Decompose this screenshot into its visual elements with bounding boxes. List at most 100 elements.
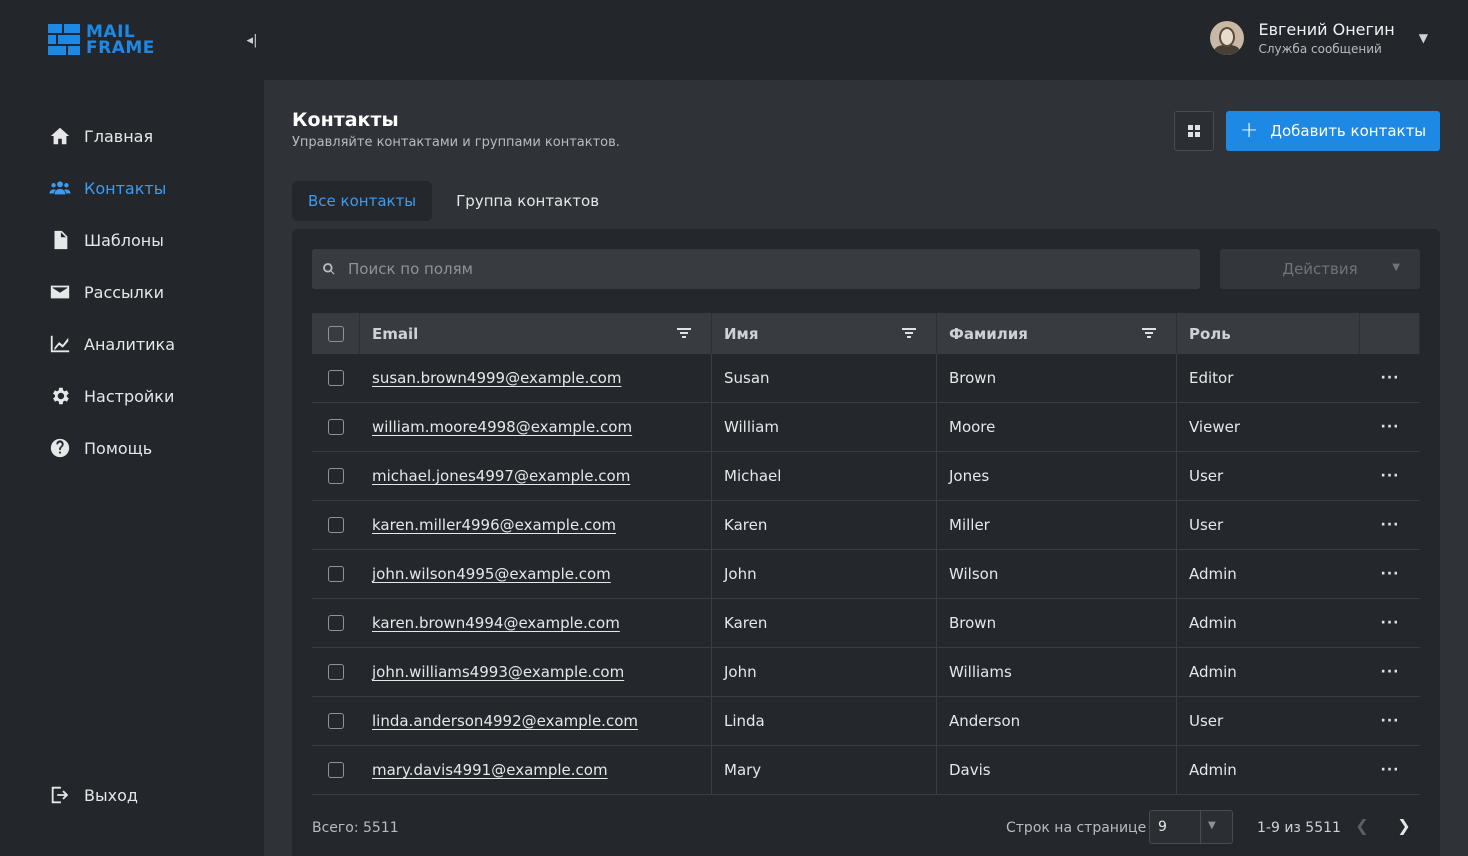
email-cell: linda.anderson4992@example.com bbox=[360, 697, 712, 745]
more-options-icon[interactable]: ··· bbox=[1381, 468, 1400, 484]
sidebar-item-label: Контакты bbox=[84, 178, 167, 198]
row-checkbox[interactable] bbox=[328, 468, 344, 484]
chevron-down-icon: ▼ bbox=[1392, 262, 1400, 273]
table-row[interactable]: linda.anderson4992@example.com Linda Ander… bbox=[312, 697, 1420, 746]
sidebar-item-templates[interactable]: Шаблоны bbox=[0, 214, 264, 266]
sidebar-item-home[interactable]: Главная bbox=[0, 110, 264, 162]
column-header-email[interactable]: Email bbox=[360, 313, 712, 354]
email-cell: william.moore4998@example.com bbox=[360, 403, 712, 451]
email-cell: john.williams4993@example.com bbox=[360, 648, 712, 696]
first-name-cell: Linda bbox=[712, 697, 937, 745]
table-row[interactable]: karen.miller4996@example.com Karen Miller U… bbox=[312, 501, 1420, 550]
role-cell: Viewer bbox=[1189, 418, 1240, 436]
email-link[interactable]: karen.brown4994@example.com bbox=[372, 614, 620, 632]
row-checkbox[interactable] bbox=[328, 419, 344, 435]
email-link[interactable]: john.wilson4995@example.com bbox=[372, 565, 611, 583]
actions-dropdown[interactable]: Действия ▼ bbox=[1220, 249, 1420, 289]
more-options-icon[interactable]: ··· bbox=[1381, 615, 1400, 631]
row-checkbox[interactable] bbox=[328, 370, 344, 386]
row-checkbox[interactable] bbox=[328, 762, 344, 778]
row-menu-cell: ··· bbox=[1360, 599, 1420, 647]
role-cell: Admin bbox=[1189, 565, 1237, 583]
column-header-name[interactable]: Имя bbox=[712, 313, 937, 354]
table-row[interactable]: john.williams4993@example.com John William… bbox=[312, 648, 1420, 697]
logo-text: MAIL FRAME bbox=[86, 24, 155, 57]
row-checkbox[interactable] bbox=[328, 664, 344, 680]
next-page-icon[interactable]: ❯ bbox=[1394, 815, 1414, 835]
more-options-icon[interactable]: ··· bbox=[1381, 713, 1400, 729]
more-options-icon[interactable]: ··· bbox=[1381, 517, 1400, 533]
sidebar-item-analytics[interactable]: Аналитика bbox=[0, 318, 264, 370]
email-link[interactable]: michael.jones4997@example.com bbox=[372, 467, 630, 485]
first-name-cell: Michael bbox=[712, 452, 937, 500]
role-cell: Editor bbox=[1189, 369, 1234, 387]
total-count: Всего: 5511 bbox=[312, 820, 399, 836]
more-options-icon[interactable]: ··· bbox=[1381, 664, 1400, 680]
row-checkbox[interactable] bbox=[328, 566, 344, 582]
search-icon bbox=[323, 263, 335, 275]
search-input[interactable] bbox=[348, 260, 1168, 278]
collapse-sidebar-icon[interactable]: ◂| bbox=[244, 30, 260, 50]
sidebar: MAIL FRAME Главная Контакты Шаблоны Расс… bbox=[0, 0, 264, 856]
row-select-cell bbox=[312, 501, 360, 549]
email-link[interactable]: linda.anderson4992@example.com bbox=[372, 712, 638, 730]
sidebar-item-help[interactable]: Помощь bbox=[0, 422, 264, 474]
row-checkbox[interactable] bbox=[328, 615, 344, 631]
email-cell: karen.miller4996@example.com bbox=[360, 501, 712, 549]
table-row[interactable]: karen.brown4994@example.com Karen Brown Adm… bbox=[312, 599, 1420, 648]
previous-page-icon[interactable]: ❮ bbox=[1352, 815, 1372, 835]
add-contacts-button[interactable]: + Добавить контакты bbox=[1226, 111, 1440, 151]
logo[interactable]: MAIL FRAME bbox=[48, 24, 155, 57]
logout-button[interactable]: Выход bbox=[0, 769, 264, 821]
filter-icon[interactable] bbox=[1142, 326, 1156, 340]
email-link[interactable]: karen.miller4996@example.com bbox=[372, 516, 616, 534]
select-all-cell bbox=[312, 313, 360, 354]
more-options-icon[interactable]: ··· bbox=[1381, 370, 1400, 386]
sidebar-item-contacts[interactable]: Контакты bbox=[0, 162, 264, 214]
sidebar-item-mailings[interactable]: Рассылки bbox=[0, 266, 264, 318]
email-link[interactable]: john.williams4993@example.com bbox=[372, 663, 624, 681]
search-box[interactable] bbox=[312, 249, 1200, 289]
sidebar-item-label: Аналитика bbox=[84, 334, 176, 354]
user-menu[interactable]: Евгений Онегин Служба сообщений ▼ bbox=[1210, 20, 1428, 56]
column-header-role[interactable]: Роль bbox=[1177, 313, 1360, 354]
more-options-icon[interactable]: ··· bbox=[1381, 419, 1400, 435]
filter-icon[interactable] bbox=[902, 326, 916, 340]
sidebar-item-label: Настройки bbox=[84, 386, 175, 406]
sidebar-item-settings[interactable]: Настройки bbox=[0, 370, 264, 422]
column-header-label: Email bbox=[372, 324, 419, 343]
grid-view-button[interactable] bbox=[1174, 111, 1214, 151]
rows-per-page-select[interactable]: 9 ▼ bbox=[1149, 810, 1233, 844]
tab-all-contacts[interactable]: Все контакты bbox=[292, 181, 433, 221]
tab-contact-groups[interactable]: Группа контактов bbox=[440, 181, 615, 221]
row-menu-cell: ··· bbox=[1360, 648, 1420, 696]
first-name-cell: John bbox=[712, 648, 937, 696]
email-link[interactable]: william.moore4998@example.com bbox=[372, 418, 632, 436]
email-link[interactable]: susan.brown4999@example.com bbox=[372, 369, 621, 387]
table-row[interactable]: mary.davis4991@example.com Mary Davis Admin… bbox=[312, 746, 1420, 795]
filter-icon[interactable] bbox=[677, 326, 691, 340]
table-row[interactable]: michael.jones4997@example.com Michael Jone… bbox=[312, 452, 1420, 501]
table-row[interactable]: william.moore4998@example.com William Moor… bbox=[312, 403, 1420, 452]
select-all-checkbox[interactable] bbox=[327, 325, 344, 342]
chevron-down-icon[interactable]: ▼ bbox=[1419, 31, 1428, 45]
table-row[interactable]: john.wilson4995@example.com John Wilson Adm… bbox=[312, 550, 1420, 599]
row-select-cell bbox=[312, 403, 360, 451]
first-name-cell: Mary bbox=[712, 746, 937, 794]
document-icon bbox=[48, 228, 72, 252]
row-checkbox[interactable] bbox=[328, 517, 344, 533]
logout-icon bbox=[48, 783, 72, 807]
row-checkbox[interactable] bbox=[328, 713, 344, 729]
actions-label: Действия bbox=[1282, 260, 1358, 278]
row-select-cell bbox=[312, 599, 360, 647]
more-options-icon[interactable]: ··· bbox=[1381, 762, 1400, 778]
last-name-cell: Brown bbox=[937, 599, 1177, 647]
column-header-last-name[interactable]: Фамилия bbox=[937, 313, 1177, 354]
sidebar-logout[interactable]: Выход bbox=[0, 769, 264, 821]
email-link[interactable]: mary.davis4991@example.com bbox=[372, 761, 608, 779]
last-name-cell: Miller bbox=[937, 501, 1177, 549]
table-row[interactable]: susan.brown4999@example.com Susan Brown Edi… bbox=[312, 354, 1420, 403]
more-options-icon[interactable]: ··· bbox=[1381, 566, 1400, 582]
table-body: susan.brown4999@example.com Susan Brown Edi… bbox=[312, 354, 1420, 795]
last-name-cell: Brown bbox=[937, 354, 1177, 402]
